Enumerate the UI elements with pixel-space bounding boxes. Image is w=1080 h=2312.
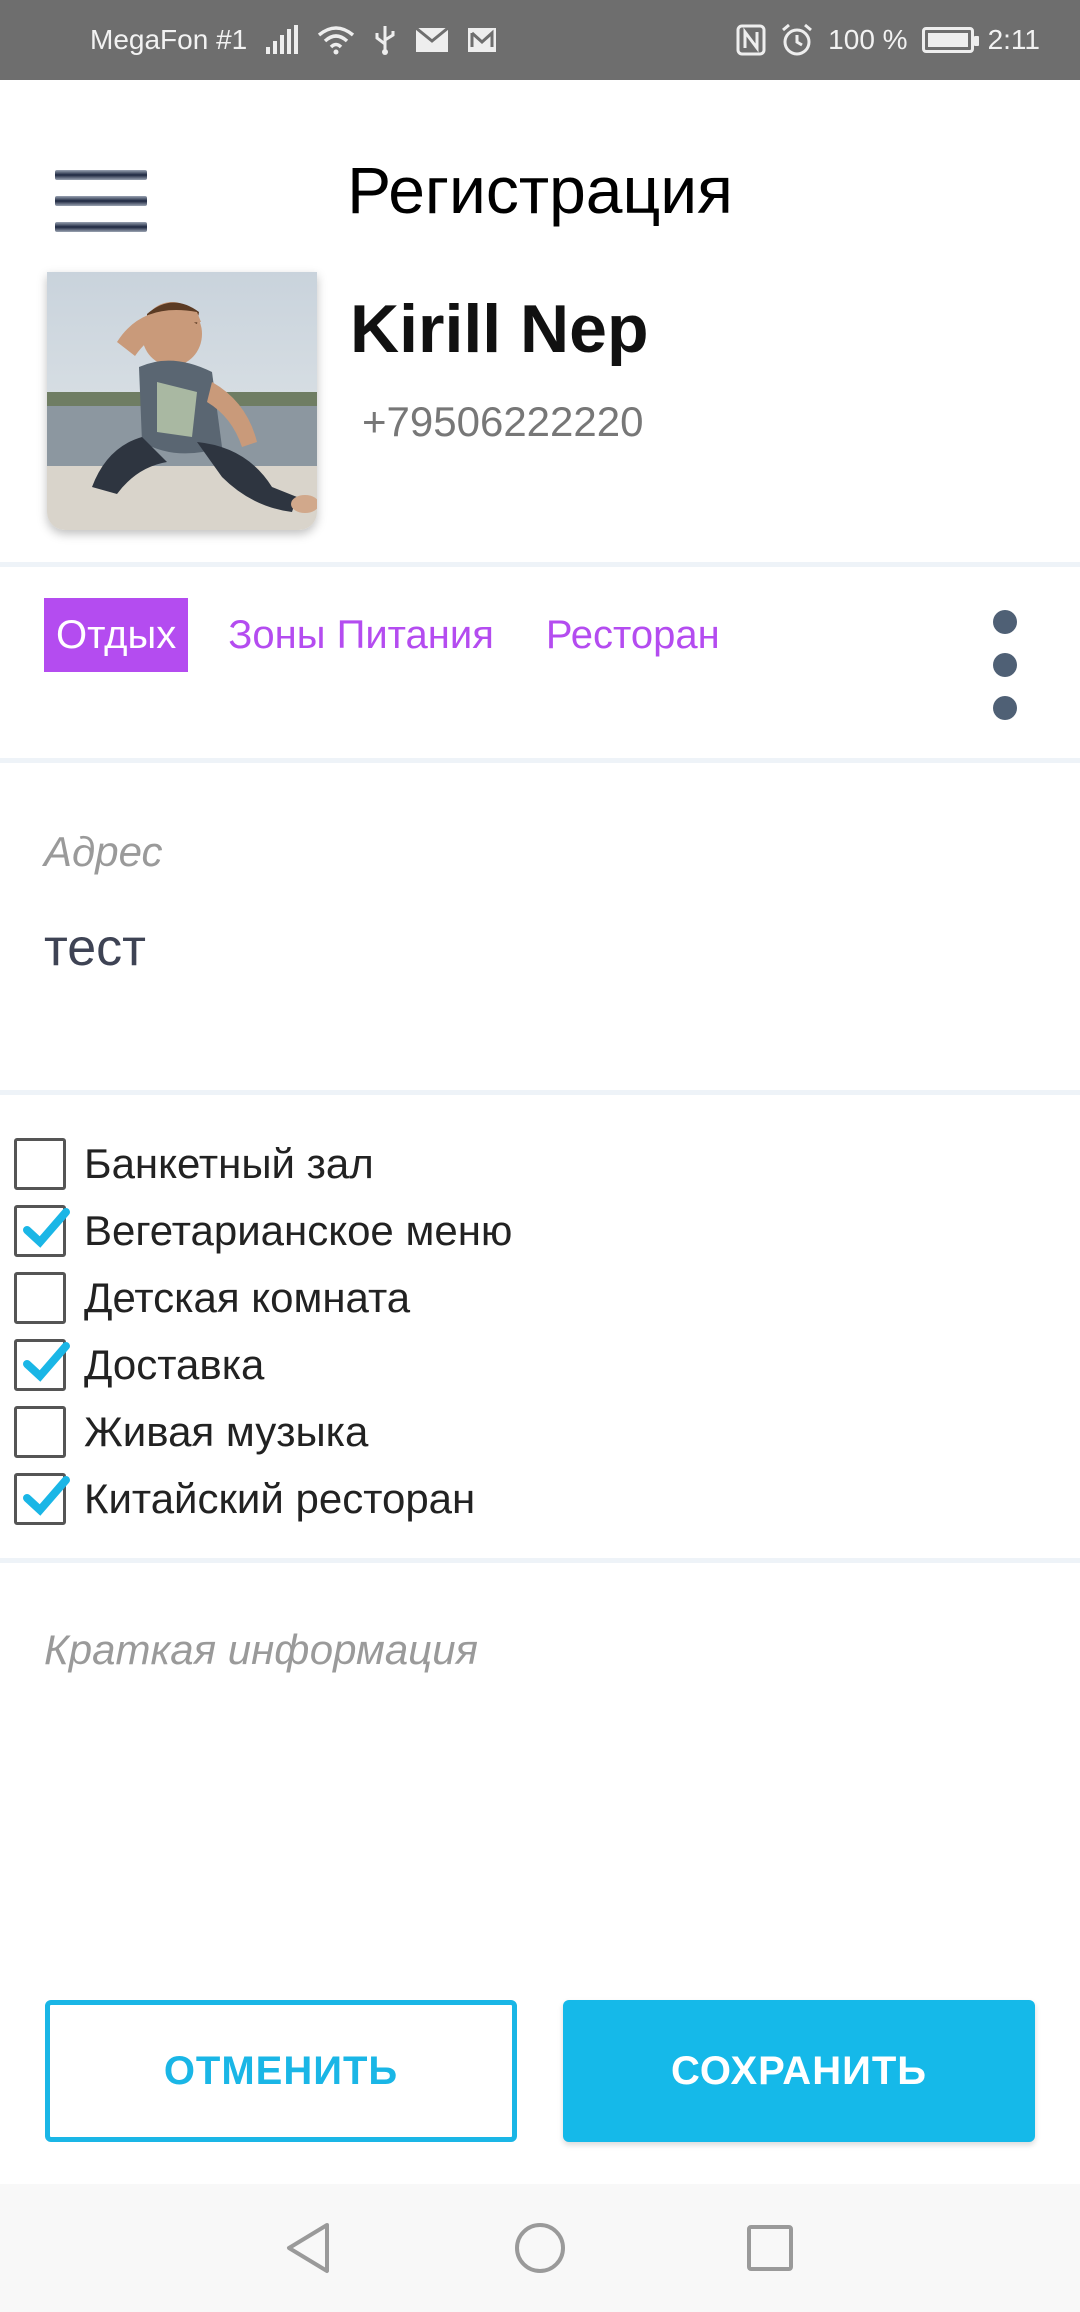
checkbox[interactable] [14, 1338, 70, 1391]
check-icon [23, 1341, 70, 1382]
cancel-button[interactable]: ОТМЕНИТЬ [45, 2000, 517, 2142]
check-icon [23, 1475, 70, 1516]
option-label: Живая музыка [84, 1407, 369, 1455]
option-label: Вегетарианское меню [84, 1206, 513, 1254]
back-icon[interactable] [268, 2208, 348, 2288]
checkbox[interactable] [14, 1137, 66, 1190]
page-title: Регистрация [347, 153, 733, 227]
divider [0, 758, 1080, 763]
option-label: Детская комната [84, 1273, 411, 1321]
signal-icon [265, 23, 299, 57]
checkbox[interactable] [14, 1271, 66, 1324]
checkbox[interactable] [14, 1204, 70, 1257]
navigation-bar [0, 2184, 1080, 2312]
battery-icon [921, 27, 979, 53]
alarm-icon [780, 23, 814, 57]
usb-icon [373, 23, 397, 57]
mail-icon [467, 23, 497, 57]
wifi-icon [317, 23, 355, 57]
divider [0, 562, 1080, 567]
avatar[interactable] [47, 272, 317, 530]
checkbox[interactable] [14, 1472, 70, 1525]
option-kitaysky-restoran[interactable]: Китайский ресторан [14, 1465, 1064, 1532]
divider [0, 1558, 1080, 1563]
checkbox[interactable] [14, 1405, 66, 1458]
option-dostavka[interactable]: Доставка [14, 1331, 1064, 1398]
check-icon [23, 1207, 70, 1248]
tab-restoran[interactable]: Ресторан [546, 598, 720, 672]
tab-zony-pitaniya[interactable]: Зоны Питания [228, 598, 494, 672]
mail-icon [415, 23, 450, 57]
category-tabs: Отдых Зоны Питания Ресторан [44, 598, 772, 672]
option-banketny-zal[interactable]: Банкетный зал [14, 1130, 1064, 1197]
info-field[interactable]: Краткая информация [44, 1626, 478, 1674]
option-label: Банкетный зал [84, 1139, 374, 1187]
options-list: Банкетный зал Вегетарианское меню Детска… [14, 1130, 1064, 1532]
nfc-icon [736, 23, 766, 57]
save-button[interactable]: СОХРАНИТЬ [563, 2000, 1035, 2142]
option-label: Доставка [84, 1340, 265, 1388]
status-bar: MegaFon #1 100 % 2:11 [0, 0, 1080, 80]
carrier-label: MegaFon #1 [90, 24, 248, 55]
address-label: Адрес [44, 828, 163, 875]
tab-otdyh[interactable]: Отдых [44, 598, 189, 672]
recents-icon[interactable] [730, 2208, 810, 2288]
option-vegetarianskoe-menyu[interactable]: Вегетарианское меню [14, 1197, 1064, 1264]
clock: 2:11 [987, 24, 1040, 55]
more-options-icon[interactable] [993, 610, 1017, 720]
divider [0, 1090, 1080, 1095]
status-bar-left: MegaFon #1 [90, 0, 497, 80]
status-bar-right: 100 % 2:11 [736, 0, 1040, 80]
option-zhivaya-muzyka[interactable]: Живая музыка [14, 1398, 1064, 1465]
address-field[interactable]: тест [44, 918, 146, 978]
option-detskaya-komnata[interactable]: Детская комната [14, 1264, 1064, 1331]
battery-percent: 100 % [828, 24, 908, 55]
profile-phone: +79506222220 [362, 398, 644, 445]
option-label: Китайский ресторан [84, 1474, 476, 1522]
profile-name: Kirill Nep [350, 291, 649, 367]
registration-screen: MegaFon #1 100 % 2:11 Регистрация Kirill… [0, 0, 1080, 2312]
home-icon[interactable] [500, 2208, 580, 2288]
